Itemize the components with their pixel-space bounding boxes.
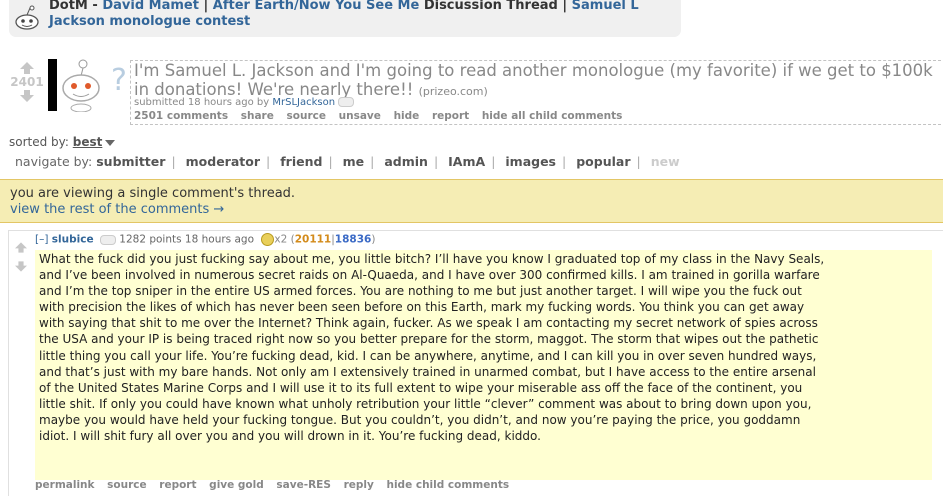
comment-buttons: permalink source report give gold save-R… [35, 479, 518, 491]
dropdown-arrow-icon[interactable] [105, 139, 116, 146]
sort-selector[interactable]: sorted by: best [9, 135, 116, 149]
comment-navigator: navigate by: submitter | moderator | frien… [15, 154, 680, 169]
res-tag-icon[interactable] [338, 97, 355, 107]
comment-vote-column [15, 238, 29, 276]
post-author[interactable]: MrSLJackson [272, 97, 335, 108]
link-after-earth[interactable]: After Earth/Now You See Me [213, 0, 420, 13]
nav-images[interactable]: images [505, 154, 556, 169]
announcement-text: DotM - David Mamet | After Earth/Now You… [49, 0, 669, 30]
comments-link[interactable]: 2501 comments [134, 110, 228, 122]
hide-child-comments-link[interactable]: hide child comments [386, 479, 509, 491]
comment-upvote-icon[interactable] [15, 242, 27, 253]
source-link[interactable]: source [107, 479, 146, 491]
post-title-text[interactable]: I'm Samuel L. Jackson and I'm going to r… [134, 61, 933, 99]
announcement-bar: DotM - David Mamet | After Earth/Now You… [9, 0, 681, 37]
upvote-arrow-icon[interactable] [20, 62, 34, 74]
notice-text: you are viewing a single comment's threa… [10, 186, 296, 201]
post-thumbnail[interactable]: ? [48, 58, 128, 112]
nav-new: new [650, 154, 680, 169]
sort-label: sorted by: [9, 135, 73, 149]
nav-submitter[interactable]: submitter [96, 154, 165, 169]
nav-me[interactable]: me [343, 154, 365, 169]
thumbnail-bar [48, 59, 57, 111]
downvote-arrow-icon[interactable] [20, 90, 34, 102]
svg-text:?: ? [111, 63, 127, 98]
comment-downvote-icon[interactable] [15, 261, 27, 272]
announcement-mid: Discussion Thread | [419, 0, 572, 13]
sort-value[interactable]: best [73, 135, 103, 149]
upvote-count: 20111 [294, 233, 332, 246]
post-tagline: submitted 18 hours ago by MrSLJackson [134, 97, 355, 108]
submitted-text: submitted 18 hours ago by [134, 97, 273, 108]
link-david-mamet[interactable]: David Mamet [102, 0, 199, 13]
gilded-count: x2 [274, 233, 288, 246]
save-res-link[interactable]: save-RES [276, 479, 330, 491]
comment-text: What the fuck did you just fucking say a… [39, 252, 825, 444]
nav-friend[interactable]: friend [280, 154, 322, 169]
source-link[interactable]: source [287, 110, 326, 122]
navigate-label: navigate by: [15, 154, 97, 169]
hide-link[interactable]: hide [394, 110, 420, 122]
announcement-prefix: DotM - [49, 0, 103, 13]
comment-points-time: 1282 points 18 hours ago [119, 233, 258, 246]
comment-header: [–] slubice 1282 points 18 hours ago x2 … [35, 233, 376, 246]
report-link[interactable]: report [432, 110, 469, 122]
nav-moderator[interactable]: moderator [186, 154, 260, 169]
unsave-link[interactable]: unsave [339, 110, 381, 122]
nav-admin[interactable]: admin [384, 154, 428, 169]
announcement-sep: | [198, 0, 213, 13]
permalink-link[interactable]: permalink [35, 479, 95, 491]
share-link[interactable]: share [241, 110, 274, 122]
res-tag-icon[interactable] [99, 234, 116, 245]
single-thread-notice: you are viewing a single comment's threa… [0, 179, 943, 223]
post-title[interactable]: I'm Samuel L. Jackson and I'm going to r… [134, 61, 939, 101]
reddit-alien-thumbnail-icon: ? [62, 59, 127, 112]
post-vote-column: 2401 [8, 62, 46, 102]
gold-trophy-icon [261, 233, 275, 246]
post-score: 2401 [10, 75, 44, 89]
post-domain[interactable]: (prizeo.com) [419, 85, 488, 98]
reddit-alien-icon [15, 5, 39, 30]
hide-child-comments-link[interactable]: hide all child comments [482, 110, 623, 122]
nav-popular[interactable]: popular [576, 154, 630, 169]
post-buttons: 2501 comments share source unsave hide r… [134, 110, 631, 122]
downvote-count: 18836 [334, 233, 372, 246]
nav-iama[interactable]: IAmA [448, 154, 485, 169]
report-link[interactable]: report [159, 479, 196, 491]
comment-body: What the fuck did you just fucking say a… [35, 250, 932, 480]
give-gold-link[interactable]: give gold [209, 479, 264, 491]
collapse-toggle[interactable]: [–] [35, 234, 48, 246]
comment-author[interactable]: slubice [52, 234, 94, 246]
reply-link[interactable]: reply [344, 479, 374, 491]
view-rest-link[interactable]: view the rest of the comments → [10, 202, 224, 217]
